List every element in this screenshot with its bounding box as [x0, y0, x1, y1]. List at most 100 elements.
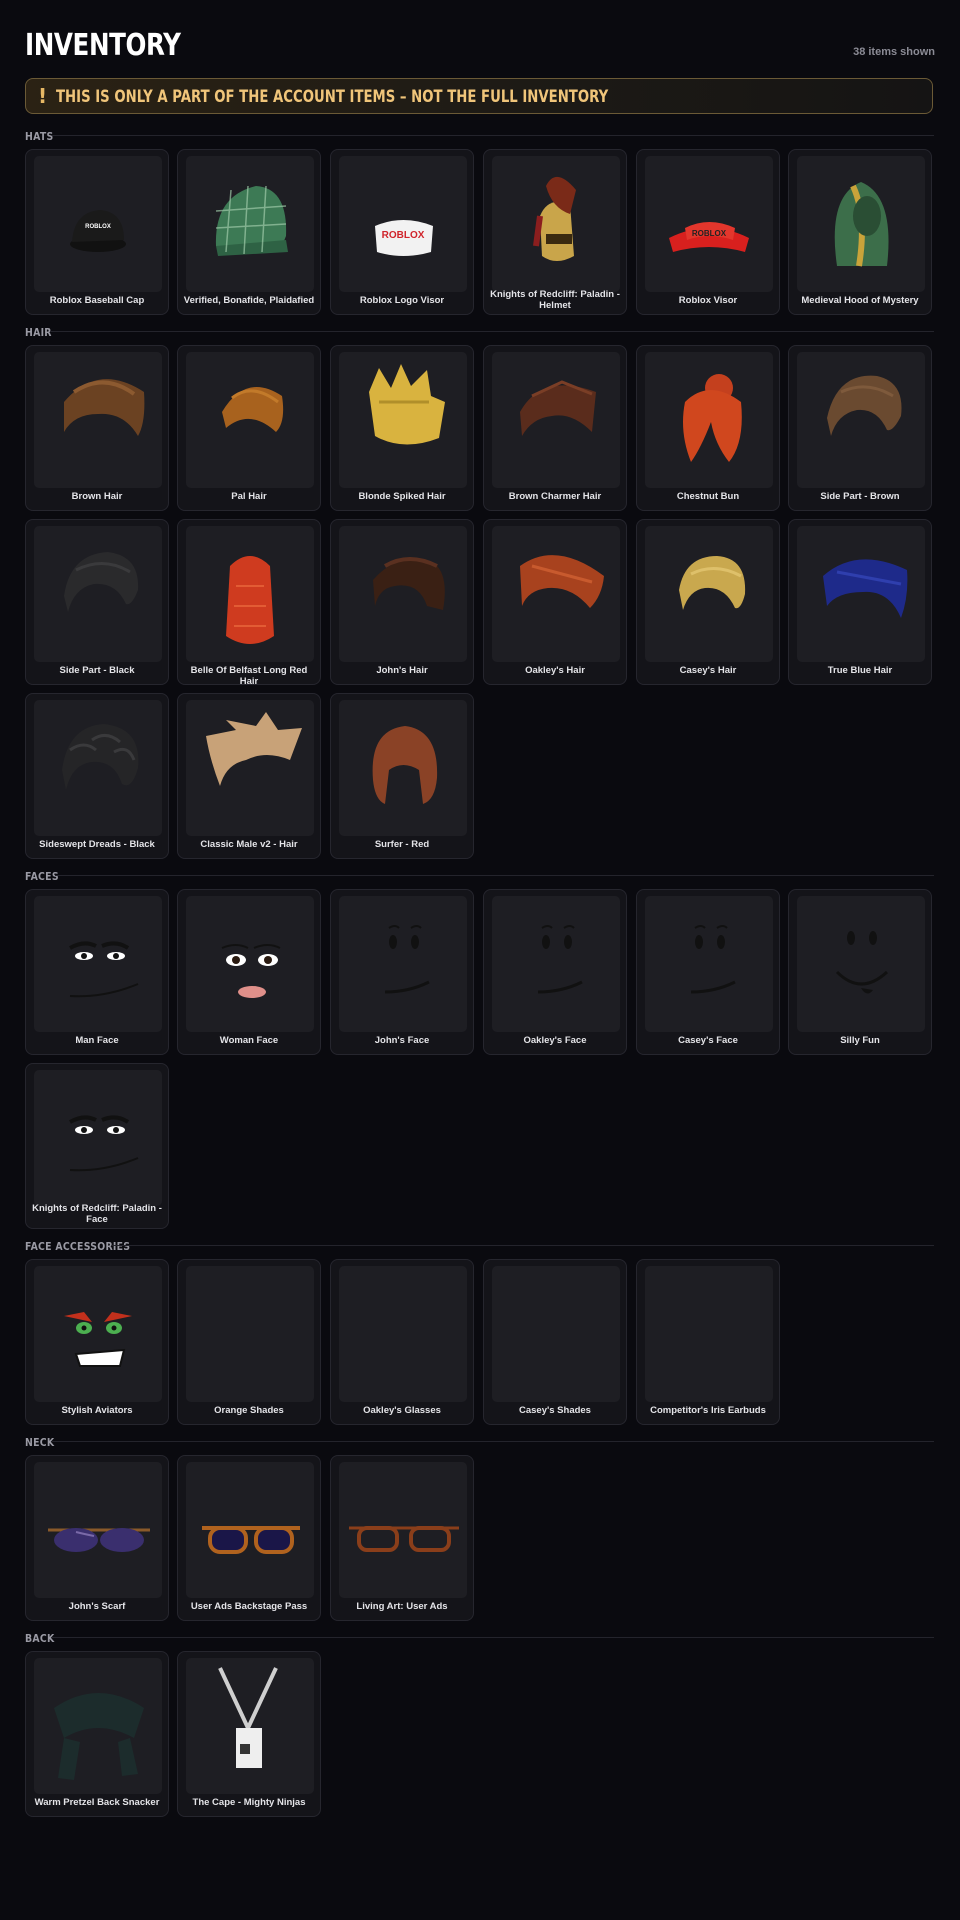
inventory-item-name: Casey's Hair [679, 665, 737, 676]
inventory-item-name: Stylish Aviators [61, 1405, 133, 1416]
section-divider [50, 331, 934, 332]
inventory-item-name: Woman Face [219, 1035, 279, 1046]
section-label-faces: FACES [25, 870, 59, 883]
hair-icon [34, 352, 162, 488]
inventory-item-name: Living Art: User Ads [356, 1601, 448, 1612]
red-visor-icon: ROBLOX [645, 156, 773, 292]
section-divider [52, 135, 934, 136]
inventory-item-card[interactable]: Woman Face [177, 889, 321, 1055]
face-icon [492, 896, 620, 1032]
inventory-item-card[interactable]: Oakley's Hair [483, 519, 627, 685]
inventory-item-name: Side Part - Brown [820, 491, 900, 502]
inventory-item-card[interactable]: Pal Hair [177, 345, 321, 511]
glasses-icon [34, 1266, 162, 1402]
inventory-item-card[interactable]: Casey's Shades [483, 1259, 627, 1425]
items-count: 38 items shown [853, 46, 935, 58]
inventory-item-card[interactable]: User Ads Backstage Pass [177, 1455, 321, 1621]
inventory-item-card[interactable]: Sideswept Dreads - Black [25, 693, 169, 859]
face-icon [186, 896, 314, 1032]
inventory-item-card[interactable]: Orange Shades [177, 1259, 321, 1425]
inventory-item-name: John's Face [374, 1035, 430, 1046]
inventory-item-card[interactable]: Surfer - Red [330, 693, 474, 859]
picture-frame-icon [339, 1462, 467, 1598]
inventory-page: INVENTORY 38 items shown ! THIS IS ONLY … [0, 0, 960, 1920]
green-cape-icon [186, 1658, 314, 1794]
inventory-item-card[interactable]: Warm Pretzel Back Snacker [25, 1651, 169, 1817]
inventory-item-card[interactable]: John's Scarf [25, 1455, 169, 1621]
section-label-face-accessories: FACE ACCESSORIES [25, 1240, 131, 1253]
inventory-item-name: Side Part - Black [59, 665, 135, 676]
section-label-hats: HATS [25, 130, 54, 143]
inventory-item-card[interactable]: Side Part - Black [25, 519, 169, 685]
inventory-item-name: Verified, Bonafide, Plaidafied [183, 295, 315, 306]
inventory-item-name: Roblox Visor [678, 295, 738, 306]
warning-banner: ! THIS IS ONLY A PART OF THE ACCOUNT ITE… [25, 78, 933, 114]
inventory-item-name: Sideswept Dreads - Black [39, 839, 155, 850]
inventory-item-name: Casey's Face [678, 1035, 738, 1046]
inventory-item-card[interactable]: Medieval Hood of Mystery [788, 149, 932, 315]
inventory-item-name: Oakley's Glasses [363, 1405, 441, 1416]
inventory-item-name: John's Scarf [68, 1601, 126, 1612]
inventory-item-card[interactable]: Living Art: User Ads [330, 1455, 474, 1621]
section-label-back: BACK [25, 1632, 55, 1645]
inventory-item-card[interactable]: Blonde Spiked Hair [330, 345, 474, 511]
inventory-item-card[interactable]: Competitor's Iris Earbuds [636, 1259, 780, 1425]
inventory-item-name: User Ads Backstage Pass [190, 1601, 308, 1612]
hair-icon [339, 352, 467, 488]
inventory-item-card[interactable]: Casey's Hair [636, 519, 780, 685]
green-plaid-cap-icon [186, 156, 314, 292]
inventory-item-card[interactable]: Classic Male v2 - Hair [177, 693, 321, 859]
face-icon [34, 896, 162, 1032]
inventory-item-name: Warm Pretzel Back Snacker [34, 1797, 160, 1808]
inventory-item-card[interactable]: Casey's Face [636, 889, 780, 1055]
face-icon [797, 896, 925, 1032]
inventory-item-card[interactable]: Verified, Bonafide, Plaidafied [177, 149, 321, 315]
inventory-item-card[interactable]: John's Face [330, 889, 474, 1055]
hair-icon [797, 526, 925, 662]
inventory-item-card[interactable]: ROBLOX Roblox Baseball Cap [25, 149, 169, 315]
inventory-item-name: John's Hair [376, 665, 428, 676]
section-divider [55, 875, 934, 876]
inventory-item-name: Pal Hair [231, 491, 267, 502]
inventory-item-name: Brown Hair [71, 491, 123, 502]
inventory-item-name: Blonde Spiked Hair [358, 491, 446, 502]
inventory-item-card[interactable]: ROBLOX Roblox Logo Visor [330, 149, 474, 315]
warning-icon: ! [38, 84, 48, 108]
inventory-item-card[interactable]: Stylish Aviators [25, 1259, 169, 1425]
inventory-item-card[interactable]: Brown Charmer Hair [483, 345, 627, 511]
inventory-item-card[interactable]: Man Face [25, 889, 169, 1055]
inventory-item-card[interactable]: ROBLOX Roblox Visor [636, 149, 780, 315]
inventory-item-card[interactable]: Belle Of Belfast Long Red Hair [177, 519, 321, 687]
inventory-item-card[interactable]: Knights of Redcliff: Paladin - Helmet [483, 149, 627, 315]
inventory-item-name: Medieval Hood of Mystery [801, 295, 919, 306]
inventory-item-card[interactable]: Side Part - Brown [788, 345, 932, 511]
inventory-item-name: Roblox Logo Visor [359, 295, 445, 306]
inventory-item-name: Casey's Shades [519, 1405, 591, 1416]
inventory-item-card[interactable]: Silly Fun [788, 889, 932, 1055]
glasses-icon [339, 1266, 467, 1402]
inventory-item-name: Classic Male v2 - Hair [200, 839, 298, 850]
section-divider [52, 1441, 934, 1442]
inventory-item-card[interactable]: Oakley's Glasses [330, 1259, 474, 1425]
hair-icon [34, 700, 162, 836]
inventory-item-name: Knights of Redcliff: Paladin - Face [32, 1203, 162, 1225]
inventory-item-card[interactable]: Knights of Redcliff: Paladin - Face [25, 1063, 169, 1229]
hair-icon [186, 700, 314, 836]
inventory-item-card[interactable]: The Cape - Mighty Ninjas [177, 1651, 321, 1817]
svg-text:ROBLOX: ROBLOX [85, 224, 111, 230]
inventory-item-card[interactable]: True Blue Hair [788, 519, 932, 685]
hair-icon [645, 352, 773, 488]
black-cap-icon: ROBLOX [34, 156, 162, 292]
inventory-item-name: Oakley's Face [523, 1035, 587, 1046]
inventory-item-name: Competitor's Iris Earbuds [650, 1405, 766, 1416]
svg-text:ROBLOX: ROBLOX [692, 229, 727, 238]
hair-icon [797, 352, 925, 488]
hair-icon [492, 526, 620, 662]
inventory-item-card[interactable]: Chestnut Bun [636, 345, 780, 511]
scarf-icon [34, 1462, 162, 1598]
inventory-item-card[interactable]: Brown Hair [25, 345, 169, 511]
hair-icon [492, 352, 620, 488]
section-divider [112, 1245, 934, 1246]
inventory-item-card[interactable]: John's Hair [330, 519, 474, 685]
inventory-item-card[interactable]: Oakley's Face [483, 889, 627, 1055]
